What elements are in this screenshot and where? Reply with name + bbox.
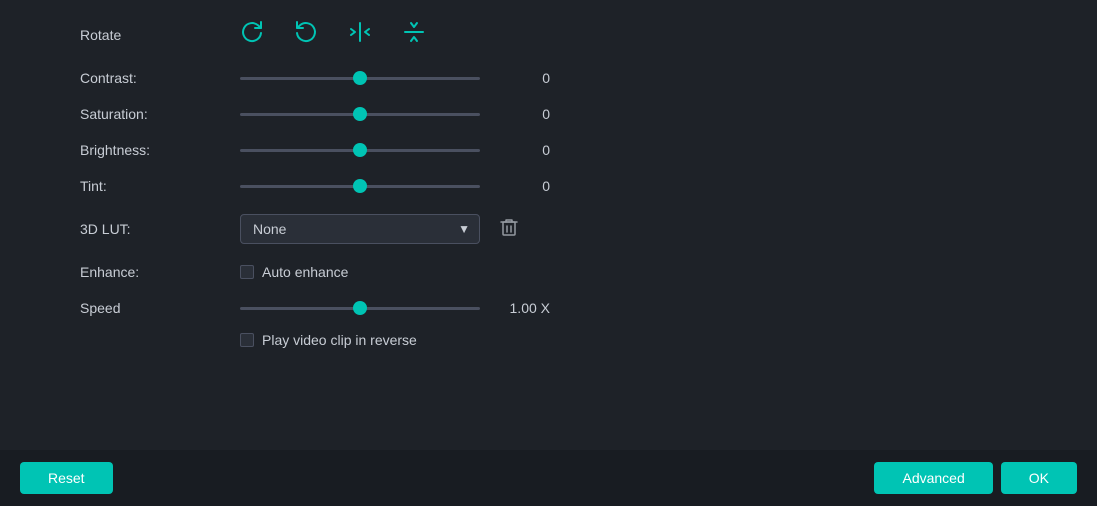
speed-slider[interactable] [240, 307, 480, 310]
tint-slider-container [240, 185, 480, 188]
auto-enhance-label: Auto enhance [262, 264, 348, 280]
contrast-label: Contrast: [80, 70, 240, 86]
saturation-slider-container [240, 113, 480, 116]
lut-label: 3D LUT: [80, 221, 240, 237]
ok-button[interactable]: OK [1001, 462, 1077, 494]
saturation-label: Saturation: [80, 106, 240, 122]
right-buttons: Advanced OK [874, 462, 1077, 494]
rotate-clockwise-icon[interactable] [240, 20, 264, 50]
lut-row: 3D LUT: None Option 1 Option 2 ▼ [80, 214, 1037, 244]
lut-select-container: None Option 1 Option 2 ▼ [240, 214, 480, 244]
tint-label: Tint: [80, 178, 240, 194]
enhance-label: Enhance: [80, 264, 240, 280]
brightness-value: 0 [500, 142, 550, 158]
main-container: Rotate [0, 0, 1097, 506]
rotate-icons [240, 20, 426, 50]
rotate-label: Rotate [80, 27, 240, 43]
saturation-slider[interactable] [240, 113, 480, 116]
brightness-row: Brightness: 0 [80, 142, 1037, 158]
tint-row: Tint: 0 [80, 178, 1037, 194]
contrast-row: Contrast: 0 [80, 70, 1037, 86]
flip-vertical-icon[interactable] [402, 20, 426, 50]
speed-value: 1.00 X [500, 300, 550, 316]
brightness-slider[interactable] [240, 149, 480, 152]
auto-enhance-checkbox-container[interactable]: Auto enhance [240, 264, 348, 280]
brightness-slider-container [240, 149, 480, 152]
reverse-checkbox-container[interactable]: Play video clip in reverse [240, 332, 417, 348]
saturation-row: Saturation: 0 [80, 106, 1037, 122]
speed-label: Speed [80, 300, 240, 316]
brightness-label: Brightness: [80, 142, 240, 158]
saturation-value: 0 [500, 106, 550, 122]
contrast-slider-container [240, 77, 480, 80]
rotate-counterclockwise-icon[interactable] [294, 20, 318, 50]
contrast-value: 0 [500, 70, 550, 86]
speed-slider-container [240, 307, 480, 310]
enhance-row: Enhance: Auto enhance [80, 264, 1037, 280]
lut-select[interactable]: None Option 1 Option 2 [240, 214, 480, 244]
reset-button[interactable]: Reset [20, 462, 113, 494]
contrast-slider[interactable] [240, 77, 480, 80]
tint-slider[interactable] [240, 185, 480, 188]
rotate-row: Rotate [80, 20, 1037, 50]
reverse-checkbox[interactable] [240, 333, 254, 347]
bottom-bar: Reset Advanced OK [0, 450, 1097, 506]
flip-horizontal-icon[interactable] [348, 20, 372, 50]
reverse-row: Play video clip in reverse [240, 332, 1037, 348]
tint-value: 0 [500, 178, 550, 194]
delete-lut-icon[interactable] [500, 217, 518, 242]
reverse-label: Play video clip in reverse [262, 332, 417, 348]
advanced-button[interactable]: Advanced [874, 462, 992, 494]
auto-enhance-checkbox[interactable] [240, 265, 254, 279]
speed-row: Speed 1.00 X [80, 300, 1037, 316]
